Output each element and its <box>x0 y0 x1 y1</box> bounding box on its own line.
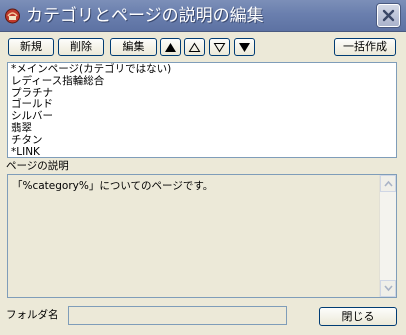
chevron-down-icon <box>384 285 393 292</box>
new-button[interactable]: 新規 <box>8 38 54 56</box>
list-item[interactable]: チタン <box>11 134 393 147</box>
window-title: カテゴリとページの説明の編集 <box>26 6 264 26</box>
move-down-button[interactable] <box>209 38 230 56</box>
category-list[interactable]: *メインページ(カテゴリではない) レディース指輪総合 プラチナ ゴールド シル… <box>7 62 397 158</box>
list-item[interactable]: *LINK <box>11 146 393 157</box>
edit-button[interactable]: 編集 <box>110 38 157 56</box>
delete-button[interactable]: 削除 <box>58 38 104 56</box>
triangle-down-filled-icon <box>239 43 250 52</box>
list-item[interactable]: シルバー <box>11 110 393 123</box>
scroll-down-button[interactable] <box>380 280 396 297</box>
description-textarea[interactable]: 「%category%」についてのページです。 <box>7 174 397 298</box>
app-icon <box>4 7 21 24</box>
bulk-create-button[interactable]: 一括作成 <box>334 38 396 56</box>
chevron-up-icon <box>384 180 393 187</box>
move-top-button[interactable] <box>160 38 181 56</box>
description-text: 「%category%」についてのページです。 <box>12 180 214 192</box>
list-item[interactable]: ゴールド <box>11 99 393 111</box>
triangle-up-outline-icon <box>188 42 201 52</box>
description-label: ページの説明 <box>6 160 69 172</box>
scroll-up-button[interactable] <box>380 175 396 192</box>
list-item[interactable]: プラチナ <box>11 87 393 100</box>
close-button[interactable]: 閉じる <box>319 307 397 326</box>
list-item[interactable]: レディース指輪総合 <box>11 75 393 88</box>
window-close-button[interactable] <box>377 4 400 27</box>
close-icon <box>382 9 395 22</box>
list-item[interactable]: 翡翠 <box>11 122 393 135</box>
move-bottom-button[interactable] <box>234 38 255 56</box>
triangle-down-outline-icon <box>213 43 226 53</box>
move-up-button[interactable] <box>184 38 205 56</box>
folder-name-field[interactable] <box>68 306 287 325</box>
folder-name-label: フォルダ名 <box>6 309 59 321</box>
description-scrollbar[interactable] <box>379 175 396 297</box>
title-bar: カテゴリとページの説明の編集 <box>0 0 406 32</box>
triangle-up-filled-icon <box>165 43 176 52</box>
